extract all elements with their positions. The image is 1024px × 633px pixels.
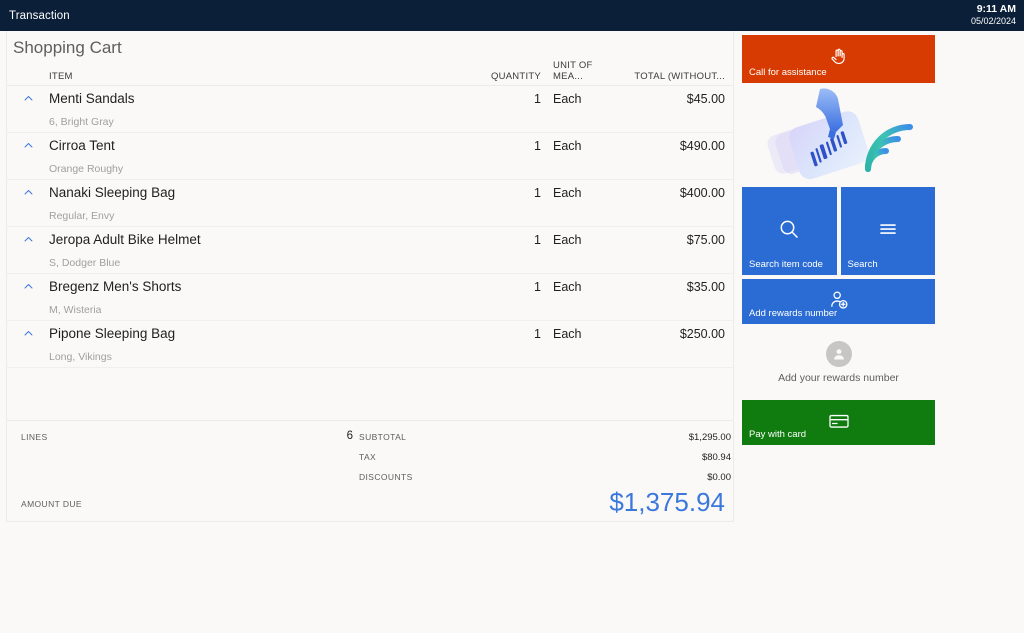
line-item-unit: Each [553, 91, 582, 106]
add-rewards-number-label: Add rewards number [749, 307, 838, 319]
line-item-total: $35.00 [686, 279, 725, 294]
search-icon [742, 217, 837, 241]
rewards-prompt-label: Add your rewards number [778, 371, 899, 384]
chevron-up-icon[interactable] [15, 328, 41, 339]
line-item-unit: Each [553, 326, 582, 341]
clock: 9:11 AM 05/02/2024 [971, 3, 1016, 27]
line-item-name: Nanaki Sleeping Bag [49, 185, 176, 200]
tax-row: TAX $80.94 [359, 452, 731, 463]
line-item-quantity: 1 [534, 185, 541, 200]
subtotal-label: SUBTOTAL [359, 432, 407, 442]
line-item-unit: Each [553, 279, 582, 294]
cart-column-headers: ITEM QUANTITY UNIT OF MEA... TOTAL (WITH… [7, 60, 733, 86]
line-item-variant: 6, Bright Gray [49, 115, 114, 128]
line-item-name: Cirroa Tent [49, 138, 115, 153]
line-item-name: Bregenz Men's Shorts [49, 279, 182, 294]
table-row-variant: Orange Roughy [7, 158, 733, 180]
clock-time: 9:11 AM [976, 3, 1016, 15]
amount-due-value: $1,375.94 [609, 487, 725, 517]
discounts-row: DISCOUNTS $0.00 [359, 472, 731, 483]
line-item-name: Jeropa Adult Bike Helmet [49, 232, 201, 247]
line-item-quantity: 1 [534, 232, 541, 247]
line-item-unit: Each [553, 138, 582, 153]
lines-label: LINES [21, 432, 48, 442]
chevron-up-icon[interactable] [15, 140, 41, 151]
tap-to-scan-icon [766, 88, 913, 180]
add-rewards-number-button[interactable]: Add rewards number [742, 279, 935, 324]
pay-with-card-label: Pay with card [749, 428, 807, 440]
column-header-unit[interactable]: UNIT OF MEA... [541, 60, 625, 82]
search-item-code-label: Search item code [749, 258, 823, 270]
hamburger-menu-icon [841, 217, 936, 241]
line-item-total: $45.00 [686, 91, 725, 106]
search-button[interactable]: Search [840, 187, 936, 275]
line-item-total: $250.00 [679, 326, 725, 341]
line-item-unit: Each [553, 185, 582, 200]
table-row-variant: M, Wisteria [7, 299, 733, 321]
action-rail: Call for assistance Search item code Sea… [742, 35, 935, 445]
subtotal-row: SUBTOTAL $1,295.00 [359, 432, 731, 443]
tax-label: TAX [359, 452, 377, 462]
search-label: Search [847, 258, 878, 270]
cart-totals: LINES 6 SUBTOTAL $1,295.00 TAX $80.94 DI… [7, 420, 733, 521]
discounts-label: DISCOUNTS [359, 472, 413, 482]
tax-value: $80.94 [701, 452, 731, 463]
column-header-item[interactable]: ITEM [41, 71, 483, 82]
line-item-total: $400.00 [679, 185, 725, 200]
discounts-value: $0.00 [707, 472, 731, 483]
line-item-quantity: 1 [534, 279, 541, 294]
call-for-assistance-button[interactable]: Call for assistance [742, 35, 935, 83]
line-item-name: Menti Sandals [49, 91, 135, 106]
table-row-variant: 6, Bright Gray [7, 111, 733, 133]
chevron-up-icon[interactable] [15, 234, 41, 245]
call-for-assistance-label: Call for assistance [749, 66, 827, 78]
search-tiles-row: Search item code Search [742, 187, 935, 275]
line-item-variant: Regular, Envy [49, 209, 115, 222]
table-row[interactable]: Jeropa Adult Bike Helmet 1 Each $75.00 [7, 227, 733, 252]
clock-date: 05/02/2024 [970, 15, 1016, 26]
line-item-name: Pipone Sleeping Bag [49, 326, 176, 341]
line-item-variant: Long, Vikings [49, 350, 112, 363]
pay-with-card-button[interactable]: Pay with card [742, 400, 935, 445]
page-title: Shopping Cart [13, 37, 122, 57]
table-row[interactable]: Bregenz Men's Shorts 1 Each $35.00 [7, 274, 733, 299]
line-item-quantity: 1 [534, 326, 541, 341]
chevron-up-icon[interactable] [15, 93, 41, 104]
lines-value: 6 [346, 430, 353, 442]
table-row-variant: Long, Vikings [7, 346, 733, 368]
line-item-quantity: 1 [534, 138, 541, 153]
line-item-variant: S, Dodger Blue [49, 256, 121, 269]
line-item-total: $490.00 [679, 138, 725, 153]
column-header-quantity[interactable]: QUANTITY [483, 71, 541, 82]
cart-line-items: Menti Sandals 1 Each $45.00 6, Bright Gray Ci… [7, 86, 733, 368]
column-header-total[interactable]: TOTAL (WITHOUT... [625, 71, 725, 82]
tap-to-scan-illustration [742, 83, 935, 187]
shopping-cart-panel: Shopping Cart ITEM QUANTITY UNIT OF MEA.… [6, 31, 734, 522]
table-row-variant: Regular, Envy [7, 205, 733, 227]
search-item-code-button[interactable]: Search item code [742, 187, 837, 275]
line-item-variant: M, Wisteria [49, 303, 102, 316]
line-item-variant: Orange Roughy [49, 162, 124, 175]
line-item-unit: Each [553, 232, 582, 247]
table-row-variant: S, Dodger Blue [7, 252, 733, 274]
window-title: Transaction [9, 9, 70, 22]
rewards-prompt-panel[interactable]: Add your rewards number [742, 328, 935, 396]
line-item-quantity: 1 [534, 91, 541, 106]
table-row[interactable]: Cirroa Tent 1 Each $490.00 [7, 133, 733, 158]
table-row[interactable]: Pipone Sleeping Bag 1 Each $250.00 [7, 321, 733, 346]
chevron-up-icon[interactable] [15, 187, 41, 198]
raised-hand-icon [742, 47, 935, 67]
table-row[interactable]: Menti Sandals 1 Each $45.00 [7, 86, 733, 111]
line-item-total: $75.00 [686, 232, 725, 247]
window-title-bar: Transaction 9:11 AM 05/02/2024 [0, 0, 1024, 31]
subtotal-value: $1,295.00 [688, 432, 731, 443]
person-avatar-icon [825, 340, 852, 367]
table-row[interactable]: Nanaki Sleeping Bag 1 Each $400.00 [7, 180, 733, 205]
amount-due-label: AMOUNT DUE [21, 499, 82, 509]
chevron-up-icon[interactable] [15, 281, 41, 292]
